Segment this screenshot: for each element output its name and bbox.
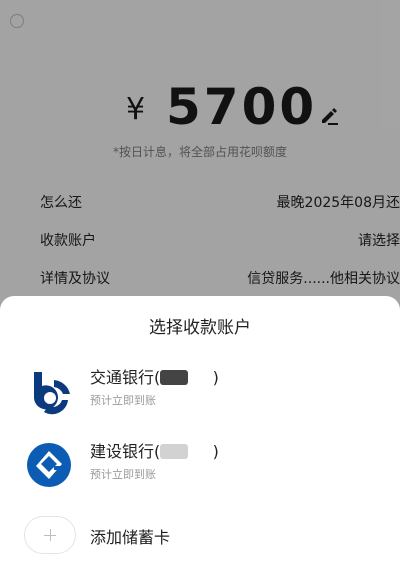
bank-name: 建设银行( ) [90,438,219,462]
bocom-logo-icon [34,372,70,415]
masked-card-number [160,370,189,385]
select-account-sheet: 选择收款账户 交通银行( ) 预计立即到账 建设银行( ) 预计立即到账 添加储… [0,296,400,568]
bank-name: 交通银行( ) [90,364,219,388]
bank-subtitle: 预计立即到账 [90,394,156,407]
sheet-title: 选择收款账户 [149,318,251,338]
bank-name-text: 交通银行( [90,368,161,387]
plus-icon-vertical [49,529,51,541]
bank-subtitle: 预计立即到账 [90,468,156,481]
bank-name-text: 建设银行( [90,442,161,461]
bank-item-ccb[interactable]: 建设银行( ) 预计立即到账 [0,436,400,496]
bank-name-close: ) [212,368,219,387]
add-card-label: 添加储蓄卡 [90,528,171,547]
ccb-logo-icon [27,443,71,487]
bank-item-bocom[interactable]: 交通银行( ) 预计立即到账 [0,362,400,422]
masked-card-number [160,444,189,459]
add-debit-card-button[interactable]: 添加储蓄卡 [0,514,400,558]
bank-name-close: ) [212,442,219,461]
